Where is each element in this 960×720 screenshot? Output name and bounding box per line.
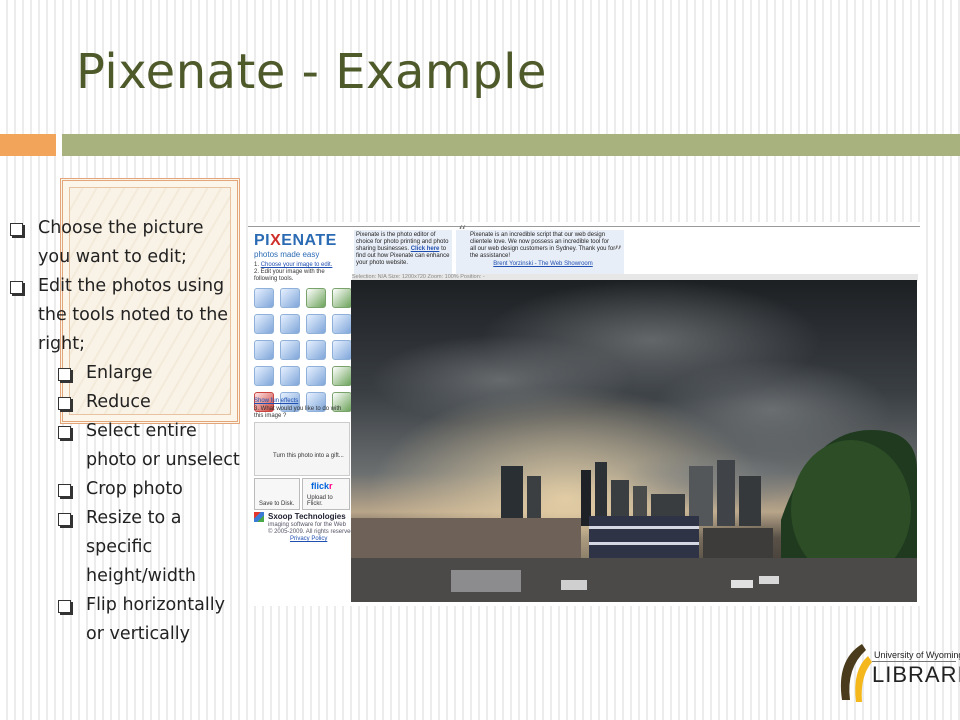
accent-bar-green bbox=[62, 134, 960, 156]
choose-image-link[interactable]: Choose your image to edit. bbox=[261, 262, 333, 268]
brightness-icon[interactable] bbox=[254, 366, 274, 386]
rotate-left-icon[interactable] bbox=[254, 288, 274, 308]
checkbox-bullet-icon bbox=[58, 368, 71, 381]
company-name: Sxoop Technologies bbox=[268, 512, 346, 521]
checkbox-bullet-icon bbox=[10, 281, 23, 294]
upload-to-flickr-label: Upload to Flickr. bbox=[307, 495, 333, 507]
zoom-in-icon[interactable] bbox=[254, 314, 274, 334]
privacy-policy-link[interactable]: Privacy Policy bbox=[290, 536, 327, 542]
select-icon[interactable] bbox=[306, 314, 326, 334]
step-2: 2. Edit your image with the following to… bbox=[254, 269, 325, 282]
logo-tagline: photos made easy bbox=[254, 250, 320, 259]
pixenate-tool-panel: PIXENATE photos made easy 1. Choose your… bbox=[250, 228, 355, 600]
testimonial-text: Pixenate is an incredible script that ou… bbox=[470, 232, 616, 259]
bullet-item: Edit the photos using the tools noted to… bbox=[8, 272, 240, 359]
instructions: 1. Choose your image to edit. 2. Edit yo… bbox=[254, 262, 348, 283]
city-storm-photo bbox=[351, 280, 917, 602]
save-to-disk-button[interactable]: Save to Disk. bbox=[254, 478, 300, 510]
accent-bar-orange bbox=[0, 134, 56, 156]
zoom-out-icon[interactable] bbox=[280, 314, 300, 334]
pixenate-logo: PIXENATE bbox=[254, 232, 337, 250]
open-quote-icon: “ bbox=[458, 222, 467, 241]
pixenate-screenshot: PIXENATE photos made easy 1. Choose your… bbox=[248, 222, 920, 606]
slide-title: Pixenate - Example bbox=[76, 44, 547, 100]
gift-options[interactable]: Turn this photo into a gift... bbox=[254, 422, 350, 476]
sub-bullet-item: Resize to a specific height/width bbox=[56, 504, 240, 591]
flickr-logo-r: r bbox=[329, 481, 333, 491]
gift-caption: Turn this photo into a gift... bbox=[273, 453, 344, 459]
sharpen-icon[interactable] bbox=[332, 340, 352, 360]
sub-bullet-item: Crop photo bbox=[56, 475, 240, 504]
whiten-icon[interactable] bbox=[306, 366, 326, 386]
screenshot-top-rule bbox=[248, 226, 920, 227]
bullet-text: Select entire photo or unselect bbox=[86, 421, 240, 470]
crop-icon[interactable] bbox=[332, 314, 352, 334]
bullet-text: Resize to a specific height/width bbox=[86, 508, 196, 586]
libraries-wordmark: LIBRARIES bbox=[872, 662, 960, 687]
logo-x: X bbox=[270, 232, 282, 249]
logo-part: ENATE bbox=[281, 232, 337, 249]
bullet-text: Crop photo bbox=[86, 479, 183, 499]
checkbox-bullet-icon bbox=[58, 426, 71, 439]
info-box: Pixenate is the photo editor of choice f… bbox=[354, 230, 452, 274]
flickr-logo: flickr bbox=[311, 481, 333, 491]
step-1: 1. Choose your image to edit. bbox=[254, 262, 348, 269]
checkbox-bullet-icon bbox=[58, 397, 71, 410]
testimonial-box: “ Pixenate is an incredible script that … bbox=[456, 222, 624, 274]
bullet-text: Reduce bbox=[86, 392, 151, 412]
bullet-text: Enlarge bbox=[86, 363, 153, 383]
sub-bullet-item: Select entire photo or unselect bbox=[56, 417, 240, 475]
checkbox-bullet-icon bbox=[58, 513, 71, 526]
university-name: University of Wyoming bbox=[874, 650, 960, 660]
tool-grid bbox=[254, 288, 352, 412]
resize-icon[interactable] bbox=[254, 340, 274, 360]
bullet-list: Choose the picture you want to edit; Edi… bbox=[8, 214, 240, 649]
upload-to-flickr-button[interactable]: flickr Upload to Flickr. bbox=[302, 478, 350, 510]
sub-bullet-item: Flip horizontally or vertically bbox=[56, 591, 240, 649]
bullet-item: Choose the picture you want to edit; bbox=[8, 214, 240, 272]
checkbox-bullet-icon bbox=[58, 484, 71, 497]
uw-swoosh-icon bbox=[840, 644, 872, 702]
saturation-icon[interactable] bbox=[332, 366, 352, 386]
rotate-right-icon[interactable] bbox=[280, 288, 300, 308]
close-quote-icon: ” bbox=[613, 242, 622, 261]
copyright: © 2005-2009. All rights reserved. bbox=[268, 529, 356, 535]
flip-horizontal-icon[interactable] bbox=[332, 288, 352, 308]
sub-bullet-item: Reduce bbox=[56, 388, 240, 417]
testimonial-author-link[interactable]: Brent Yorzinski - The Web Showroom bbox=[470, 261, 616, 268]
bullet-text: Choose the picture you want to edit; bbox=[38, 218, 204, 267]
sxoop-logo-icon bbox=[254, 512, 264, 522]
step-1-number: 1. bbox=[254, 262, 260, 268]
logo-part: PI bbox=[254, 232, 271, 249]
checkbox-bullet-icon bbox=[10, 223, 23, 236]
university-libraries-logo: University of Wyoming LIBRARIES bbox=[832, 640, 960, 714]
click-here-link[interactable]: Click here bbox=[411, 246, 440, 252]
checkbox-bullet-icon bbox=[58, 600, 71, 613]
sub-bullet-item: Enlarge bbox=[56, 359, 240, 388]
flickr-logo-part: flick bbox=[311, 481, 330, 491]
redo-icon[interactable] bbox=[306, 340, 326, 360]
bullet-text: Edit the photos using the tools noted to… bbox=[38, 276, 229, 354]
flip-vertical-icon[interactable] bbox=[306, 288, 326, 308]
step-3: 3. What would you like to do with this i… bbox=[254, 406, 342, 419]
show-fun-effects-link[interactable]: Show fun effects bbox=[254, 398, 298, 404]
bullet-text: Flip horizontally or vertically bbox=[86, 595, 225, 644]
contrast-icon[interactable] bbox=[280, 366, 300, 386]
save-to-disk-label: Save to Disk. bbox=[259, 501, 295, 507]
undo-icon[interactable] bbox=[280, 340, 300, 360]
company-tagline: imaging software for the Web bbox=[268, 522, 346, 528]
